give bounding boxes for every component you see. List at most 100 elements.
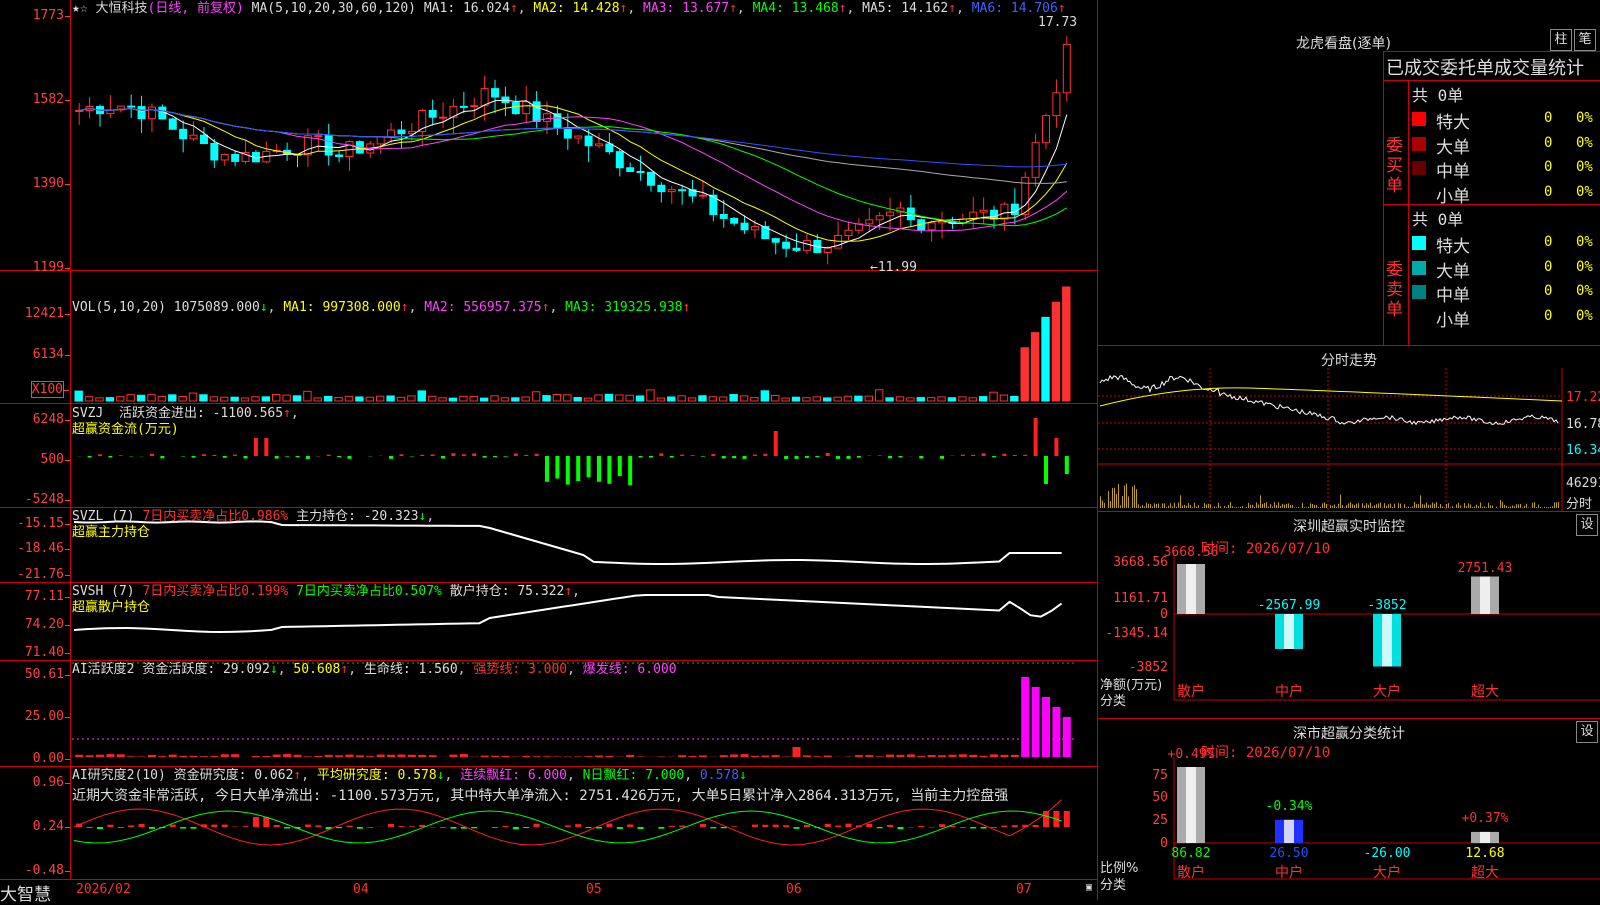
- research-bar: [835, 826, 841, 827]
- flow-bar: [535, 454, 539, 456]
- flow-bar: [462, 454, 466, 456]
- volume-panel[interactable]: 12421 6134 X100 VOL(5,10,20) 1075089.000…: [0, 271, 1097, 404]
- flow-bar: [202, 454, 206, 456]
- axis-tick: 50: [1152, 790, 1168, 805]
- candle: [169, 119, 176, 129]
- intraday-vol-bar: [1482, 507, 1483, 508]
- intraday-vol-bar: [1448, 503, 1449, 508]
- intraday-vol-bar: [1488, 503, 1489, 508]
- volume-bar: [335, 398, 342, 401]
- ma3-value: MA3: 13.677: [643, 1, 729, 16]
- volume-ma3: MA3: 319325.938: [565, 300, 682, 315]
- intraday-vol-bar: [1320, 507, 1321, 508]
- category-label: 中户: [1275, 683, 1303, 700]
- lock-icon[interactable]: ▣: [1086, 882, 1092, 893]
- longhu-table: 已成交委托单成交量统计 委买单 委卖单 共 0单 共 0单 特大00%大单00%…: [1383, 51, 1600, 346]
- research-bar: [305, 825, 311, 827]
- legend-swatch: [1412, 261, 1426, 275]
- activity-bar: [637, 756, 645, 757]
- volume-bar: [189, 393, 196, 401]
- intraday-vol-bar: [1468, 503, 1469, 508]
- volume-bar: [1063, 287, 1070, 401]
- intraday-vol-bar: [1326, 504, 1327, 508]
- intraday-vol-bar: [1284, 505, 1285, 508]
- intraday-vol-bar: [1522, 507, 1523, 508]
- intraday-vol-bar: [1178, 502, 1179, 508]
- activity-bar: [481, 756, 489, 757]
- intraday-chart[interactable]: [1098, 346, 1600, 511]
- svzj-value: 活跃资金进出: -1100.565: [119, 406, 283, 421]
- volume-chart[interactable]: [0, 271, 1097, 403]
- longhu-panel[interactable]: 龙虎看盘(逐单) 柱 笔 已成交委托单成交量统计 委买单 委卖单 共 0单 共 …: [1098, 0, 1600, 345]
- row-label: 小单: [1436, 306, 1470, 331]
- bar-view-button[interactable]: 柱: [1550, 29, 1572, 51]
- intraday-vol-bar: [1168, 506, 1169, 508]
- ai-research-panel[interactable]: 0.96 0.24 -0.48 AI研究度2(10) 资金研究度: 0.062↑…: [0, 767, 1097, 880]
- flow-bar: [233, 455, 237, 456]
- research-bar: [762, 825, 768, 827]
- activity-bar: [449, 755, 457, 757]
- fenshi-vol: 46291: [1566, 476, 1600, 491]
- volume-bar: [626, 395, 633, 401]
- research-bar: [825, 824, 831, 827]
- intraday-vol-bar: [1426, 502, 1427, 508]
- flow-bar: [836, 456, 840, 459]
- tick-view-button[interactable]: 笔: [1574, 29, 1596, 51]
- longhu-subtitle: 已成交委托单成交量统计: [1386, 54, 1584, 80]
- intraday-vol-bar: [1182, 506, 1183, 508]
- chart-mode[interactable]: (日线, 前复权): [148, 1, 244, 16]
- intraday-vol-bar: [1180, 495, 1181, 508]
- bar-value-label: -2567.99: [1258, 598, 1321, 613]
- flow-bar: [545, 456, 549, 482]
- intraday-vol-bar: [1162, 503, 1163, 508]
- research-bar: [970, 827, 976, 828]
- intraday-vol-bar: [1188, 503, 1189, 508]
- candle: [1011, 204, 1018, 214]
- research-bar: [960, 827, 966, 828]
- intraday-vol-bar: [1478, 506, 1479, 508]
- star-icon[interactable]: ★☆: [72, 1, 88, 16]
- volume-bar: [231, 397, 238, 401]
- volume-bar: [293, 396, 300, 401]
- volume-bar: [460, 396, 467, 401]
- flow-bar: [659, 453, 663, 456]
- intraday-vol-bar: [1216, 507, 1217, 508]
- volume-bar: [824, 398, 831, 401]
- sz-monitor-panel[interactable]: 深圳超赢实时监控 设 时间: 2026/07/10 3668.561161.71…: [1098, 511, 1600, 718]
- candle: [679, 190, 686, 191]
- volume-legend: VOL(5,10,20) 1075089.000↓, MA1: 997308.0…: [72, 300, 690, 316]
- activity-bar: [907, 754, 915, 757]
- bar-highlight: [1284, 820, 1294, 843]
- intraday-vol-bar: [1516, 504, 1517, 508]
- activity-bar: [304, 756, 312, 757]
- flow-bar: [722, 456, 726, 458]
- volume-bar: [917, 398, 924, 401]
- candle: [1043, 116, 1050, 143]
- svzl-panel[interactable]: -15.15 -18.46 -21.76 SVZL (7) 7日内买卖净占比0.…: [0, 508, 1097, 583]
- row-label: 大单: [1436, 133, 1470, 158]
- intraday-vol-bar: [1146, 503, 1147, 508]
- research-bar: [211, 825, 217, 827]
- date-tick: 04: [353, 882, 369, 897]
- candle: [928, 223, 935, 230]
- sz-class-panel[interactable]: 深市超赢分类统计 设 时间: 2026/07/10 7550250散户中户大户超…: [1098, 718, 1600, 901]
- research-bar: [471, 827, 477, 828]
- fenshi-panel[interactable]: 分时走势 17.22 16.78 16.34 46291 分时: [1098, 345, 1600, 511]
- svsh-panel[interactable]: 77.11 74.20 71.40 SVSH (7) 7日内买卖净占比0.199…: [0, 583, 1097, 661]
- activity-bar: [813, 756, 821, 757]
- intraday-vol-bar: [1358, 503, 1359, 508]
- ai1-burst: 爆发线: 6.000: [583, 662, 677, 677]
- category-label: 散户: [1177, 864, 1205, 881]
- svzj-panel[interactable]: 6248 500 -5248 SVZJ 活跃资金进出: -1100.565↑, …: [0, 404, 1097, 508]
- flow-bar: [1034, 418, 1038, 456]
- candlestick-chart[interactable]: [0, 0, 1097, 270]
- intraday-vol-bar: [1332, 506, 1333, 508]
- intraday-vol-bar: [1406, 507, 1407, 508]
- volume-bar: [564, 395, 571, 401]
- price-panel[interactable]: 1773 1582 1390 1199 ★☆ 大恒科技(日线, 前复权) MA(…: [0, 0, 1097, 271]
- research-bar: [721, 827, 727, 828]
- volume-bar: [408, 396, 415, 401]
- ai-activity-panel[interactable]: 50.61 25.00 0.00 AI活跃度2 资金活跃度: 29.092↓, …: [0, 661, 1097, 767]
- research-bar: [87, 827, 93, 828]
- candle: [741, 223, 748, 230]
